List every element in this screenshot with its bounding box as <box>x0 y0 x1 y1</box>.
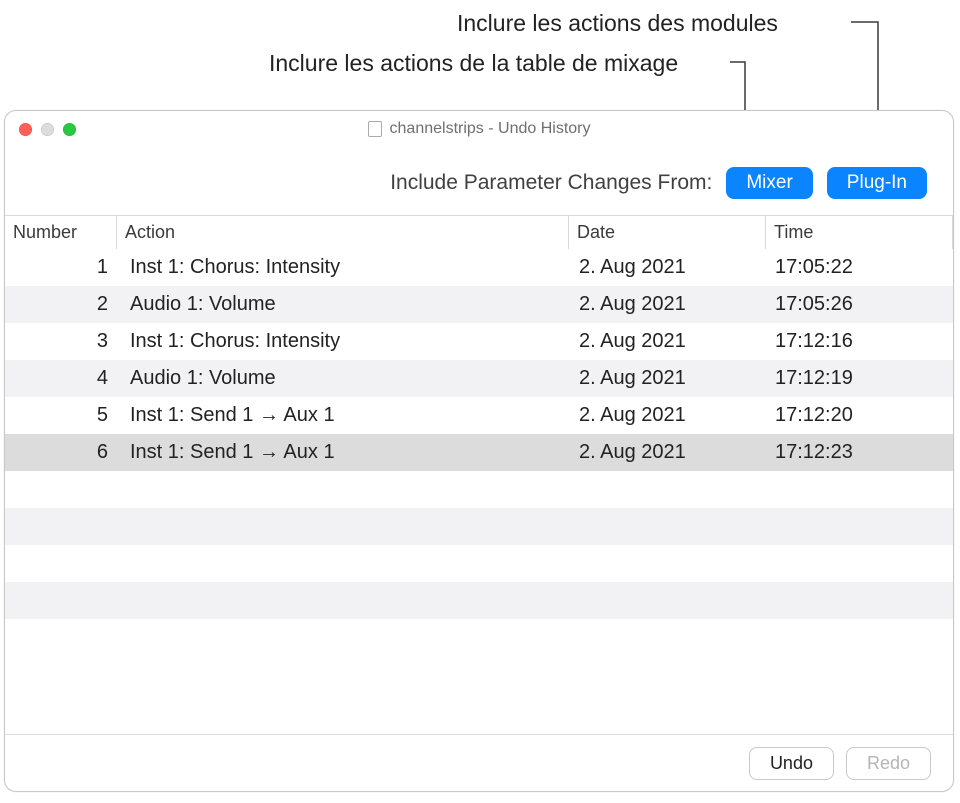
undo-button[interactable]: Undo <box>749 747 834 780</box>
footer: Undo Redo <box>5 735 953 791</box>
window-controls <box>5 123 76 136</box>
cell-action: Audio 1: Volume <box>122 293 571 316</box>
table-row[interactable]: 2Audio 1: Volume2. Aug 202117:05:26 <box>5 286 953 323</box>
plugin-button[interactable]: Plug-In <box>827 167 927 199</box>
toolbar-label: Include Parameter Changes From: <box>390 171 712 195</box>
table-row-empty <box>5 471 953 508</box>
mixer-button[interactable]: Mixer <box>726 167 812 199</box>
cell-action: Inst 1: Send 1 → Aux 1 <box>122 441 571 464</box>
titlebar: channelstrips - Undo History <box>5 111 953 147</box>
cell-time: 17:12:20 <box>767 404 953 427</box>
cell-time: 17:12:16 <box>767 330 953 353</box>
cell-action: Audio 1: Volume <box>122 367 571 390</box>
table-row[interactable]: 4Audio 1: Volume2. Aug 202117:12:19 <box>5 360 953 397</box>
callout-mixer: Inclure les actions de la table de mixag… <box>269 50 678 77</box>
cell-date: 2. Aug 2021 <box>571 293 767 316</box>
table-row[interactable]: 6Inst 1: Send 1 → Aux 12. Aug 202117:12:… <box>5 434 953 471</box>
cell-time: 17:12:19 <box>767 367 953 390</box>
cell-action: Inst 1: Send 1 → Aux 1 <box>122 404 571 427</box>
table-row-empty <box>5 619 953 656</box>
cell-date: 2. Aug 2021 <box>571 330 767 353</box>
close-icon[interactable] <box>19 123 32 136</box>
table-row-empty <box>5 582 953 619</box>
col-header-date[interactable]: Date <box>569 216 766 249</box>
col-header-number[interactable]: Number <box>5 216 117 249</box>
callout-area: Inclure les actions des modules Inclure … <box>0 0 960 100</box>
table-body: 1Inst 1: Chorus: Intensity2. Aug 202117:… <box>5 249 953 734</box>
window-title-text: channelstrips - Undo History <box>390 120 591 138</box>
cell-number: 3 <box>5 330 122 353</box>
cell-date: 2. Aug 2021 <box>571 441 767 464</box>
callout-plugin: Inclure les actions des modules <box>457 10 778 37</box>
cell-date: 2. Aug 2021 <box>571 256 767 279</box>
table-row[interactable]: 3Inst 1: Chorus: Intensity2. Aug 202117:… <box>5 323 953 360</box>
cell-number: 6 <box>5 441 122 464</box>
col-header-action[interactable]: Action <box>117 216 569 249</box>
cell-time: 17:12:23 <box>767 441 953 464</box>
history-table: Number Action Date Time 1Inst 1: Chorus:… <box>5 215 953 735</box>
cell-number: 5 <box>5 404 122 427</box>
document-icon <box>368 121 382 137</box>
table-row-empty <box>5 545 953 582</box>
cell-number: 2 <box>5 293 122 316</box>
toolbar: Include Parameter Changes From: Mixer Pl… <box>5 147 953 215</box>
table-row-empty <box>5 508 953 545</box>
undo-history-window: channelstrips - Undo History Include Par… <box>4 110 954 792</box>
cell-number: 4 <box>5 367 122 390</box>
cell-date: 2. Aug 2021 <box>571 367 767 390</box>
cell-action: Inst 1: Chorus: Intensity <box>122 330 571 353</box>
cell-date: 2. Aug 2021 <box>571 404 767 427</box>
col-header-time[interactable]: Time <box>766 216 953 249</box>
redo-button: Redo <box>846 747 931 780</box>
table-row[interactable]: 1Inst 1: Chorus: Intensity2. Aug 202117:… <box>5 249 953 286</box>
table-header: Number Action Date Time <box>5 216 953 249</box>
cell-number: 1 <box>5 256 122 279</box>
table-row[interactable]: 5Inst 1: Send 1 → Aux 12. Aug 202117:12:… <box>5 397 953 434</box>
cell-time: 17:05:22 <box>767 256 953 279</box>
cell-action: Inst 1: Chorus: Intensity <box>122 256 571 279</box>
minimize-icon[interactable] <box>41 123 54 136</box>
cell-time: 17:05:26 <box>767 293 953 316</box>
zoom-icon[interactable] <box>63 123 76 136</box>
window-title: channelstrips - Undo History <box>5 120 953 138</box>
